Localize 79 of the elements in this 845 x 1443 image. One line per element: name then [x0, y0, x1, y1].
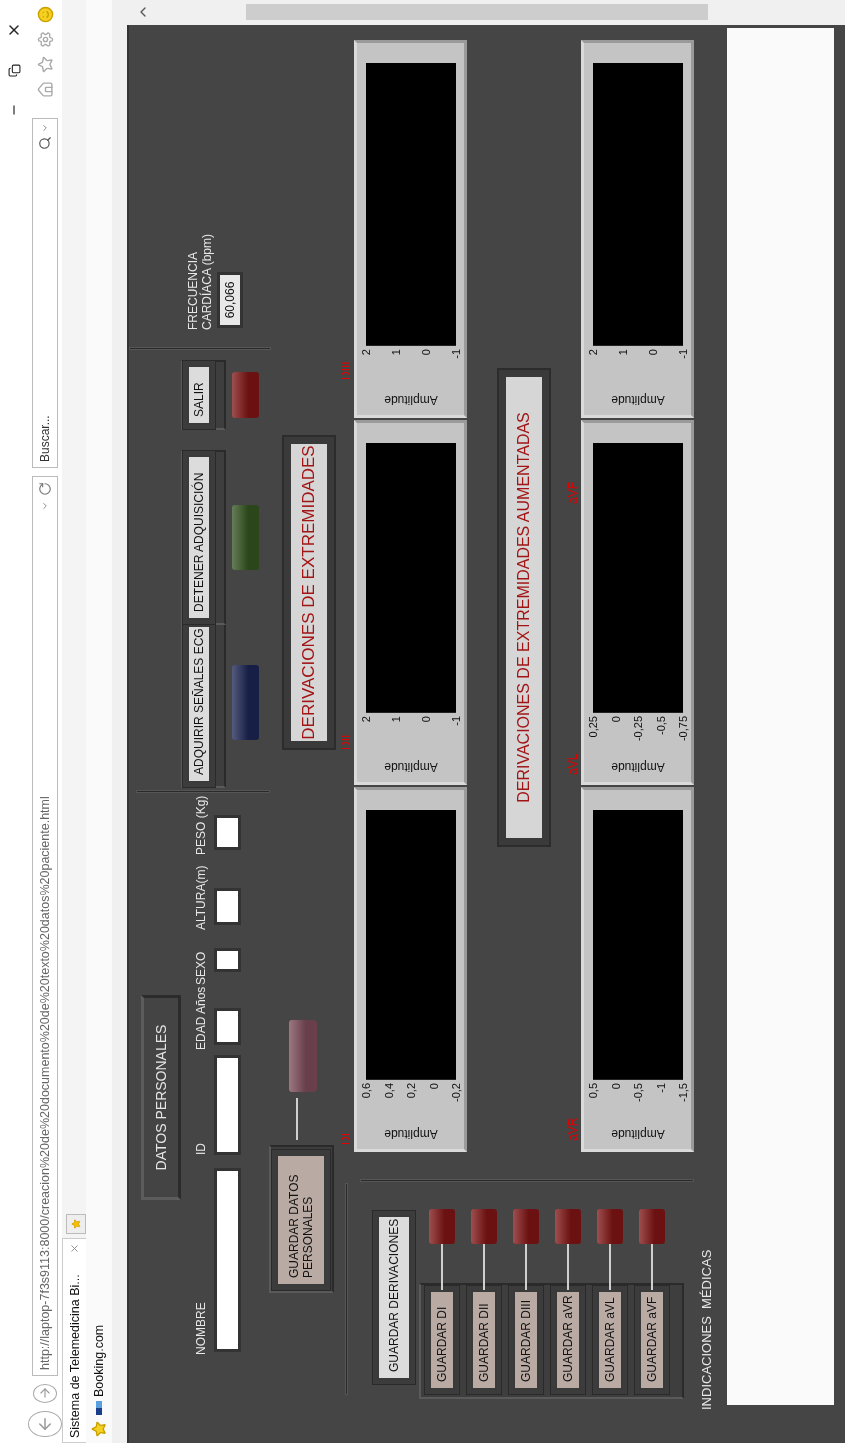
restore-icon[interactable]	[7, 64, 21, 77]
field-label: ALTURA(m)	[194, 865, 208, 930]
tick-label: 0,4	[382, 1083, 395, 1099]
tick-label: 0	[647, 349, 659, 356]
tick-label: 0	[609, 716, 622, 723]
lead-label: DII	[339, 734, 353, 750]
tick-label: -1	[677, 349, 689, 359]
back-button[interactable]	[28, 1410, 62, 1437]
field-label: PESO (Kg)	[194, 795, 208, 855]
tick-label: 0,2	[405, 1083, 417, 1099]
scrollbar[interactable]	[127, 0, 845, 25]
tick-label: -1,5	[677, 1083, 689, 1102]
input-field[interactable]	[214, 888, 241, 925]
notes-label: INDICACIONES MÉDICAS	[699, 1249, 714, 1410]
tick-label: 1	[617, 349, 629, 356]
input-field[interactable]	[214, 1168, 241, 1352]
axis-label: Amplitude	[384, 1127, 438, 1141]
section-header-button[interactable]: DERIVACIONES DE EXTREMIDADES	[284, 437, 334, 748]
axis-label: Amplitude	[611, 393, 665, 407]
lead-label: DIII	[339, 361, 353, 380]
heart-rate-label: FRECUENCIA CARDÍACA (bpm)	[187, 232, 215, 330]
axis-label: Amplitude	[384, 760, 438, 774]
tick-label: -0,75	[677, 716, 689, 742]
tick-label: 0,5	[587, 1083, 599, 1099]
field-label: SEXO	[194, 950, 208, 985]
lead-label: DI	[339, 1133, 353, 1145]
lead-label: aVR	[566, 1117, 580, 1141]
input-field[interactable]	[214, 815, 241, 850]
section-header-button[interactable]: DERIVACIONES DE EXTREMIDADES AUMENTADAS	[499, 370, 549, 845]
favorite-link[interactable]: Booking.com	[92, 1324, 106, 1415]
input-field[interactable]	[214, 1055, 241, 1155]
input-field[interactable]	[214, 948, 241, 972]
tick-label: -0,2	[450, 1083, 462, 1102]
tick-label: 1	[390, 349, 402, 356]
home-icon[interactable]	[36, 81, 54, 98]
axis-label: Amplitude	[611, 760, 665, 774]
settings-icon[interactable]	[36, 31, 54, 48]
tick-label: -1	[654, 1083, 667, 1093]
new-tab-button[interactable]	[66, 1214, 86, 1234]
field-label: EDAD Años	[194, 986, 208, 1050]
arrow-icon	[38, 1386, 52, 1401]
tick-label: -0,5	[654, 716, 667, 735]
tick-label: -1	[450, 349, 462, 359]
tick-label: 0	[420, 349, 432, 356]
tick-label: 0	[420, 716, 432, 723]
address-field[interactable]: http://laptop-7f3s9113:8000/creacion%20de%20documento%20de%20texto%20datos%20paciente.html	[32, 476, 58, 1376]
dropdown-icon[interactable]	[40, 123, 50, 133]
tick-label: 2	[587, 349, 599, 356]
scrollbar-thumb[interactable]	[246, 4, 708, 21]
axis-label: Amplitude	[384, 393, 438, 407]
smiley-icon[interactable]	[36, 6, 54, 23]
heart-rate-value: 60,066	[216, 272, 243, 328]
browser-tab[interactable]: Sistema de Telemedicina Bi...	[62, 1238, 86, 1443]
section-title: DATOS PERSONALES	[141, 995, 181, 1200]
search-icon[interactable]	[38, 136, 52, 150]
star-icon	[71, 1219, 81, 1229]
axis-label: Amplitude	[611, 1127, 665, 1141]
tick-label: 2	[360, 349, 372, 356]
tick-label: -0,25	[632, 716, 644, 742]
url-text: http://laptop-7f3s9113:8000/creacion%20de%20documento%20de%20texto%20datos%20paciente.html	[38, 795, 52, 1370]
lead-label: aVL	[566, 753, 580, 775]
input-field[interactable]	[214, 1008, 241, 1045]
tick-label: 0	[609, 1083, 622, 1090]
tick-label: 1	[390, 716, 402, 723]
tick-label: -0,5	[632, 1083, 644, 1102]
field-label: ID	[194, 1142, 208, 1155]
refresh-icon[interactable]	[38, 482, 52, 496]
tick-label: 2	[360, 716, 372, 723]
search-field[interactable]: Buscar...	[32, 118, 58, 468]
star-icon[interactable]	[36, 56, 54, 73]
lead-label: aVF	[566, 482, 580, 504]
tick-label: 0,25	[587, 716, 599, 738]
tick-label: -1	[450, 716, 462, 726]
forward-button[interactable]	[33, 1384, 57, 1403]
favorites-star-icon[interactable]	[91, 1421, 107, 1437]
field-label: NOMBRE	[194, 1301, 208, 1355]
dropdown-icon[interactable]	[40, 501, 50, 511]
tick-label: 0	[427, 1083, 440, 1090]
tick-label: 0,6	[360, 1083, 372, 1099]
